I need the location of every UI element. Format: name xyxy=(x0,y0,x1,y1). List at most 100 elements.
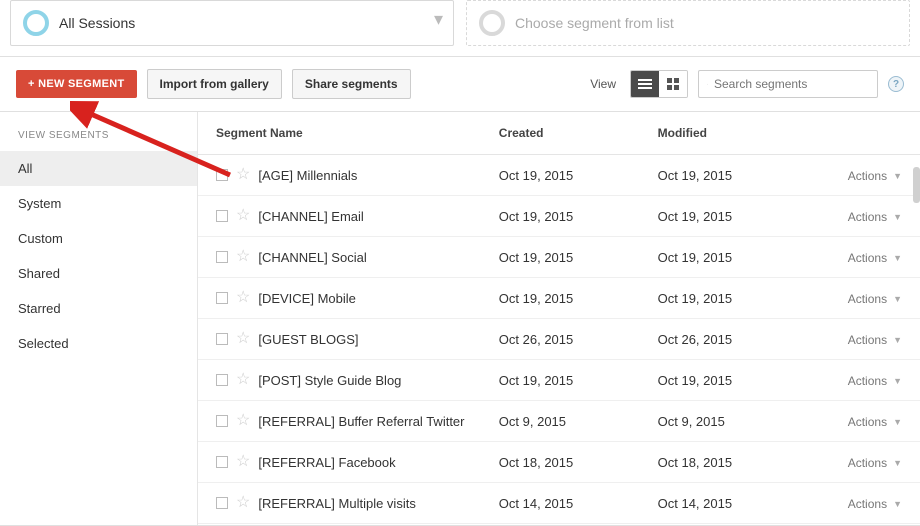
actions-menu[interactable]: Actions▼ xyxy=(848,374,902,388)
modified-cell: Oct 19, 2015 xyxy=(646,196,805,237)
star-icon[interactable]: ☆ xyxy=(236,372,250,388)
row-checkbox[interactable] xyxy=(216,292,228,304)
actions-cell: Actions▼ xyxy=(804,278,920,319)
segment-name[interactable]: [REFERRAL] Facebook xyxy=(258,455,395,470)
modified-cell: Oct 14, 2015 xyxy=(646,483,805,524)
actions-cell: Actions▼ xyxy=(804,442,920,483)
segment-name[interactable]: [REFERRAL] Buffer Referral Twitter xyxy=(258,414,464,429)
modified-cell: Oct 19, 2015 xyxy=(646,278,805,319)
actions-cell: Actions ▼ xyxy=(804,155,920,196)
table-row: ☆[GUEST BLOGS]Oct 26, 2015Oct 26, 2015Ac… xyxy=(198,319,920,360)
star-icon[interactable]: ☆ xyxy=(236,331,250,347)
star-icon[interactable]: ☆ xyxy=(236,413,250,429)
row-checkbox[interactable] xyxy=(216,251,228,263)
modified-cell: Oct 19, 2015 xyxy=(646,360,805,401)
segment-name[interactable]: [AGE] Millennials xyxy=(258,168,357,183)
segment-name[interactable]: [DEVICE] Mobile xyxy=(258,291,356,306)
import-gallery-button[interactable]: Import from gallery xyxy=(147,69,282,99)
caret-down-icon: ▼ xyxy=(893,171,902,181)
segment-name[interactable]: [CHANNEL] Email xyxy=(258,209,363,224)
name-cell: ☆ [REFERRAL] Buffer Referral Twitter xyxy=(198,401,487,442)
modified-cell: Oct 19, 2015 xyxy=(646,155,805,196)
toolbar-right: View ? xyxy=(590,70,904,98)
segment-selected-label: All Sessions xyxy=(59,15,135,31)
actions-menu[interactable]: Actions ▼ xyxy=(848,497,902,511)
segments-table: Segment Name Created Modified ☆ [AGE] Mil… xyxy=(198,112,920,524)
sidebar-item-system[interactable]: System xyxy=(0,186,197,221)
created-cell: Oct 14, 2015 xyxy=(487,483,646,524)
actions-menu[interactable]: Actions▼ xyxy=(848,292,902,306)
segment-name[interactable]: [POST] Style Guide Blog xyxy=(258,373,401,388)
segment-choose-box[interactable]: Choose segment from list xyxy=(466,0,910,46)
row-checkbox[interactable] xyxy=(216,210,228,222)
row-checkbox[interactable] xyxy=(216,497,228,509)
table-row: ☆[CHANNEL] EmailOct 19, 2015Oct 19, 2015… xyxy=(198,196,920,237)
search-input[interactable] xyxy=(714,77,869,91)
view-toggle xyxy=(630,70,688,98)
table-row: ☆[POST] Style Guide BlogOct 19, 2015Oct … xyxy=(198,360,920,401)
caret-down-icon: ▼ xyxy=(893,253,902,263)
caret-down-icon: ▼ xyxy=(893,376,902,386)
star-icon[interactable]: ☆ xyxy=(236,167,250,183)
actions-menu[interactable]: Actions▼ xyxy=(848,333,902,347)
segment-name[interactable]: [GUEST BLOGS] xyxy=(258,332,358,347)
segment-choose-label: Choose segment from list xyxy=(515,15,674,31)
col-header-created[interactable]: Created xyxy=(487,112,646,155)
created-cell: Oct 19, 2015 xyxy=(487,237,646,278)
row-checkbox[interactable] xyxy=(216,374,228,386)
row-checkbox[interactable] xyxy=(216,169,228,181)
segment-ring-empty-icon xyxy=(479,10,505,36)
view-grid-button[interactable] xyxy=(659,71,687,97)
search-box[interactable] xyxy=(698,70,878,98)
created-cell: Oct 19, 2015 xyxy=(487,155,646,196)
help-icon[interactable]: ? xyxy=(888,76,904,92)
caret-down-icon: ▼ xyxy=(893,335,902,345)
sidebar-item-selected[interactable]: Selected xyxy=(0,326,197,361)
name-cell: ☆ [DEVICE] Mobile xyxy=(198,278,487,319)
list-icon xyxy=(638,83,652,85)
modified-cell: Oct 19, 2015 xyxy=(646,237,805,278)
segment-name[interactable]: [CHANNEL] Social xyxy=(258,250,366,265)
name-cell: ☆ [REFERRAL] Multiple visits xyxy=(198,483,487,524)
col-header-name[interactable]: Segment Name xyxy=(198,112,487,155)
actions-label: Actions xyxy=(848,497,887,511)
table-row: ☆ [REFERRAL] Multiple visits Oct 14, 2015O… xyxy=(198,483,920,524)
actions-menu[interactable]: Actions ▼ xyxy=(848,415,902,429)
row-checkbox[interactable] xyxy=(216,415,228,427)
actions-label: Actions xyxy=(848,292,887,306)
star-icon[interactable]: ☆ xyxy=(236,249,250,265)
sidebar-item-shared[interactable]: Shared xyxy=(0,256,197,291)
new-segment-button[interactable]: + NEW SEGMENT xyxy=(16,70,137,98)
col-header-modified[interactable]: Modified xyxy=(646,112,805,155)
star-icon[interactable]: ☆ xyxy=(236,495,250,511)
row-checkbox[interactable] xyxy=(216,333,228,345)
caret-down-icon: ▼ xyxy=(893,499,902,509)
actions-label: Actions xyxy=(848,415,887,429)
actions-cell: Actions▼ xyxy=(804,196,920,237)
actions-menu[interactable]: Actions ▼ xyxy=(848,169,902,183)
row-checkbox[interactable] xyxy=(216,456,228,468)
sidebar-item-all[interactable]: All xyxy=(0,151,197,186)
star-icon[interactable]: ☆ xyxy=(236,454,250,470)
actions-cell: Actions ▼ xyxy=(804,483,920,524)
view-list-button[interactable] xyxy=(631,71,659,97)
share-segments-button[interactable]: Share segments xyxy=(292,69,411,99)
star-icon[interactable]: ☆ xyxy=(236,290,250,306)
actions-menu[interactable]: Actions▼ xyxy=(848,251,902,265)
table-row: ☆[REFERRAL] Buffer Referral TwitterOct 9… xyxy=(198,401,920,442)
actions-menu[interactable]: Actions▼ xyxy=(848,210,902,224)
scrollbar-thumb[interactable] xyxy=(913,167,920,203)
created-cell: Oct 19, 2015 xyxy=(487,278,646,319)
actions-cell: Actions▼ xyxy=(804,360,920,401)
actions-label: Actions xyxy=(848,169,887,183)
sidebar-item-custom[interactable]: Custom xyxy=(0,221,197,256)
modified-cell: Oct 18, 2015 xyxy=(646,442,805,483)
main-area: VIEW SEGMENTS AllSystemCustomSharedStarr… xyxy=(0,112,920,526)
actions-menu[interactable]: Actions▼ xyxy=(848,456,902,470)
star-icon[interactable]: ☆ xyxy=(236,208,250,224)
modified-cell: Oct 26, 2015 xyxy=(646,319,805,360)
caret-down-icon: ▼ xyxy=(893,417,902,427)
sidebar-item-starred[interactable]: Starred xyxy=(0,291,197,326)
segment-name[interactable]: [REFERRAL] Multiple visits xyxy=(258,496,415,511)
segment-selected-box[interactable]: All Sessions ▾ xyxy=(10,0,454,46)
